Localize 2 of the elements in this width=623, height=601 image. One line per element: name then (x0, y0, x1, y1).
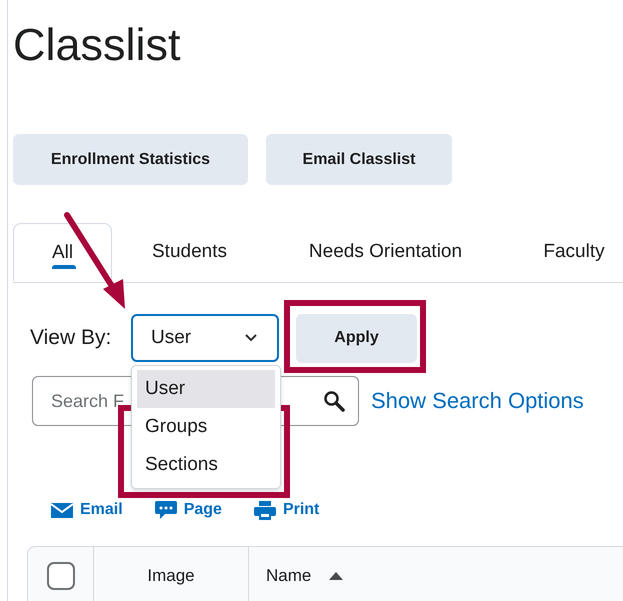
view-by-label: View By: (30, 326, 112, 350)
page-title: Classlist (13, 22, 182, 72)
